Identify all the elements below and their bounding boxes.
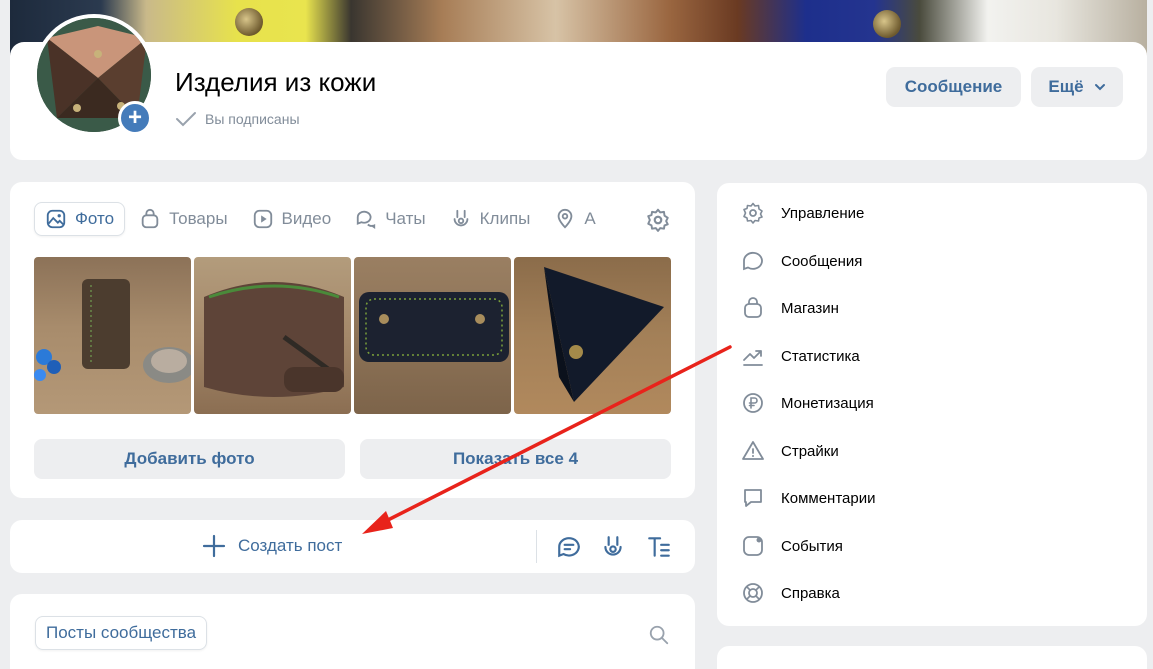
menu-item-events[interactable]: События: [741, 531, 843, 561]
create-post-button[interactable]: Создать пост: [202, 534, 342, 558]
menu-item-label: Статистика: [781, 347, 860, 365]
place-icon: [558, 208, 573, 229]
menu-item-help[interactable]: Справка: [741, 578, 840, 608]
photo-grid: [34, 257, 671, 414]
more-button-label: Ещё: [1048, 77, 1084, 96]
message-icon: [743, 251, 763, 271]
avatar-add-button[interactable]: +: [118, 101, 152, 135]
more-button[interactable]: Ещё: [1031, 67, 1123, 107]
menu-item-label: Монетизация: [781, 394, 874, 412]
photo-thumbnail[interactable]: [354, 257, 511, 414]
photo-icon: [46, 209, 66, 229]
tab-community-posts[interactable]: Посты сообщества: [35, 616, 208, 650]
chats-icon: [357, 210, 376, 229]
tab-photo-label: Фото: [75, 209, 115, 228]
gear-icon[interactable]: [645, 207, 671, 233]
tab-goods-label: Товары: [169, 209, 228, 228]
menu-item-label: Страйки: [781, 442, 839, 460]
menu-item-shop[interactable]: Магазин: [741, 293, 839, 323]
menu-item-label: Управление: [781, 204, 865, 222]
tab-chats[interactable]: Чаты: [345, 202, 435, 236]
create-post-label: Создать пост: [238, 536, 343, 555]
clips-icon: [453, 209, 468, 227]
chevron-down-icon: [1094, 84, 1105, 91]
message-button[interactable]: Сообщение: [886, 67, 1021, 107]
group-title: Изделия из кожи: [175, 67, 377, 97]
menu-item-label: Магазин: [781, 299, 839, 317]
tab-photo[interactable]: Фото: [34, 202, 126, 236]
menu-item-management[interactable]: Управление: [741, 198, 864, 228]
menu-item-label: Сообщения: [781, 252, 863, 270]
posts-block: Посты сообщества: [10, 594, 695, 669]
clips-icon[interactable]: [600, 534, 626, 560]
cover-stud: [873, 10, 901, 38]
event-icon: [743, 536, 763, 556]
article-icon[interactable]: [646, 534, 672, 560]
search-icon[interactable]: [648, 624, 670, 646]
tab-goods[interactable]: Товары: [129, 202, 237, 236]
plus-icon: [202, 534, 226, 558]
menu-item-label: Справка: [781, 584, 840, 602]
media-tabs: Фото Товары Видео Чаты Клипы А: [34, 202, 610, 236]
create-post-bar: Создать пост: [10, 520, 695, 573]
menu-item-statistics[interactable]: Статистика: [741, 341, 860, 371]
ruble-icon: [743, 393, 763, 413]
tab-clips-label: Клипы: [479, 209, 531, 228]
photo-image: [544, 267, 664, 402]
media-block: Фото Товары Видео Чаты Клипы А Добавить …: [10, 182, 695, 498]
chat-bubble-icon[interactable]: [556, 534, 582, 560]
photo-thumbnail[interactable]: [514, 257, 671, 414]
add-photo-button[interactable]: Добавить фото: [34, 439, 345, 479]
tab-video[interactable]: Видео: [242, 202, 342, 236]
help-icon: [743, 583, 763, 603]
cover-stud: [235, 8, 263, 36]
photo-image: [204, 282, 344, 397]
photo-image: [359, 292, 509, 362]
photo-image: [34, 279, 191, 383]
secondary-block: [717, 646, 1147, 669]
menu-item-comments[interactable]: Комментарии: [741, 483, 875, 513]
video-icon: [253, 209, 272, 229]
tab-places[interactable]: А: [544, 202, 605, 236]
stats-icon: [743, 350, 763, 366]
menu-item-label: Комментарии: [781, 489, 876, 507]
comment-icon: [744, 489, 762, 507]
show-all-photos-button[interactable]: Показать все 4: [360, 439, 671, 479]
menu-item-monetization[interactable]: Монетизация: [741, 388, 874, 418]
menu-item-messages[interactable]: Сообщения: [741, 246, 862, 276]
photo-thumbnail[interactable]: [34, 257, 191, 414]
gear-icon: [743, 202, 763, 224]
bag-icon: [141, 208, 159, 229]
tab-chats-label: Чаты: [385, 209, 426, 228]
menu-item-strikes[interactable]: Страйки: [741, 436, 839, 466]
menu-item-label: События: [781, 537, 843, 555]
subscription-status-label: Вы подписаны: [205, 111, 300, 127]
tab-video-label: Видео: [281, 209, 332, 228]
photo-thumbnail[interactable]: [194, 257, 351, 414]
check-icon: [176, 112, 196, 127]
shop-icon: [744, 297, 762, 318]
subscription-status[interactable]: Вы подписаны: [175, 110, 300, 128]
tab-places-label: А: [584, 209, 596, 228]
divider: [536, 530, 537, 563]
admin-menu: Управление Сообщения Магазин Статистика …: [717, 183, 1147, 626]
tab-clips[interactable]: Клипы: [440, 202, 541, 236]
warning-icon: [742, 441, 764, 460]
